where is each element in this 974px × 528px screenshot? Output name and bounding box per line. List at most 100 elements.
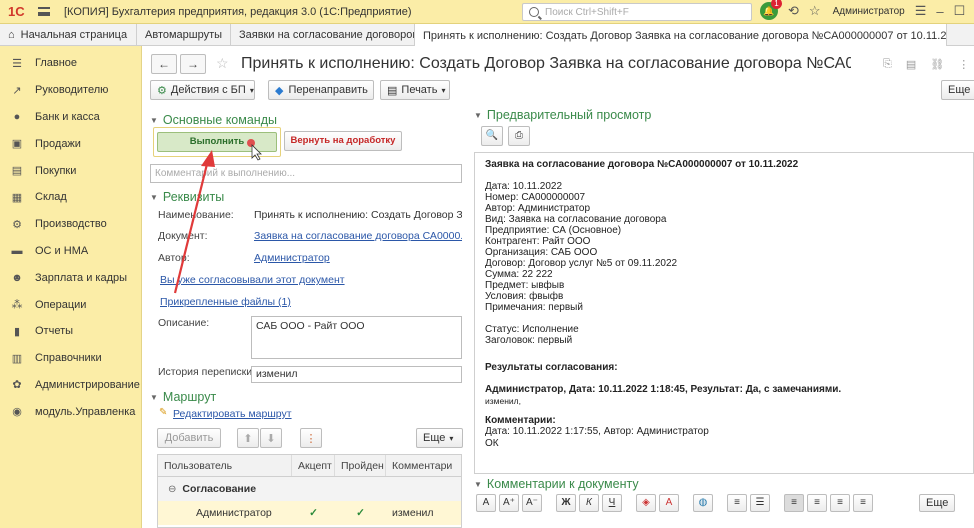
edit-route-icon: ✎ <box>159 407 168 418</box>
document-title: Принять к исполнению: Создать Договор За… <box>241 55 851 72</box>
already-approved-link[interactable]: Вы уже согласовывали этот документ <box>160 274 345 286</box>
font-shrink-button[interactable]: A⁻ <box>522 494 542 512</box>
print-icon[interactable]: ▤ <box>906 58 916 71</box>
attachment-icon[interactable]: ⎘ <box>883 58 892 71</box>
sidebar-item-bank[interactable]: ● Банк и касса <box>0 104 141 131</box>
sidebar-item-production[interactable]: ⚙ Производство <box>0 211 141 238</box>
sidebar-item-main[interactable]: ☰ Главное <box>0 50 141 77</box>
document-form: ← → ☆ Принять к исполнению: Создать Дого… <box>143 46 974 528</box>
sidebar-item-payroll[interactable]: ☻ Зарплата и кадры <box>0 264 141 291</box>
maximize-icon[interactable]: ☐ <box>954 3 966 19</box>
preview-line: Результаты согласования: <box>485 362 618 373</box>
forward-button[interactable]: → <box>180 54 206 74</box>
tab-autoroutes[interactable]: Автомаршруты <box>137 24 231 46</box>
link-icon[interactable]: ⛓ <box>930 58 944 71</box>
tab-home[interactable]: ⌂ Начальная страница <box>0 24 137 46</box>
document-link[interactable]: Заявка на согласование договора СА0000..… <box>254 230 462 242</box>
table-group-row[interactable]: ⊖ Согласование <box>158 477 461 501</box>
edit-route-link[interactable]: Редактировать маршрут <box>173 408 292 420</box>
execute-button[interactable]: Выполнить <box>157 132 277 152</box>
italic-button[interactable]: К <box>579 494 599 512</box>
description-field[interactable]: САБ ООО - Райт ООО <box>251 316 462 359</box>
more-label: Еще <box>926 497 949 509</box>
sidebar-item-reports[interactable]: ▮ Отчеты <box>0 318 141 345</box>
comments-header[interactable]: ▼ Комментарии к документу <box>474 477 639 491</box>
add-route-button[interactable]: Добавить <box>157 428 221 448</box>
back-button[interactable]: ← <box>151 54 177 74</box>
align-right-button[interactable]: ≡ <box>830 494 850 512</box>
more-button[interactable]: Еще <box>941 80 974 100</box>
column-comment[interactable]: Комментари <box>386 455 461 476</box>
main-menu-icon[interactable] <box>38 7 50 16</box>
sidebar-item-admin[interactable]: ✿ Администрирование <box>0 372 141 399</box>
sidebar-item-warehouse[interactable]: ▦ Склад <box>0 184 141 211</box>
sidebar-item-manager[interactable]: ↗ Руководителю <box>0 77 141 104</box>
preview-line: изменил, <box>485 396 521 406</box>
table-row[interactable]: Администратор ✓ ✓ изменил <box>158 501 461 525</box>
sidebar-item-purchases[interactable]: ▤ Покупки <box>0 157 141 184</box>
comments-more-button[interactable]: Еще <box>919 494 956 512</box>
route-header[interactable]: ▼ Маршрут <box>150 390 216 404</box>
insert-image-button[interactable]: ◍ <box>693 494 713 512</box>
minimize-icon[interactable]: – <box>936 4 943 19</box>
route-more-button[interactable]: Еще ▾ <box>416 428 463 448</box>
sidebar-item-sales[interactable]: ▣ Продажи <box>0 130 141 157</box>
background-color-button[interactable]: ◈ <box>636 494 656 512</box>
bullet-list-button[interactable]: ≡ <box>727 494 747 512</box>
arrow-down-icon: ⬇ <box>266 432 276 445</box>
notification-bell-icon[interactable]: 🔔 1 <box>760 0 782 20</box>
row-accept-check: ✓ <box>309 507 318 519</box>
current-user[interactable]: Администратор <box>833 6 905 17</box>
return-label: Вернуть на доработку <box>290 135 396 146</box>
more-options-icon[interactable]: ⋮ <box>958 58 969 71</box>
columns-button[interactable]: ⋮ <box>300 428 322 448</box>
sidebar-item-references[interactable]: ▥ Справочники <box>0 345 141 372</box>
numbered-list-button[interactable]: ☰ <box>750 494 770 512</box>
bp-actions-button[interactable]: ⚙ Действия с БП ▾ <box>150 80 255 100</box>
preview-line: Заявка на согласование договора №СА00000… <box>485 159 799 170</box>
sidebar-item-label: Отчеты <box>35 325 74 338</box>
description-value: САБ ООО - Райт ООО <box>256 320 365 332</box>
favorite-star-icon[interactable]: ☆ <box>216 55 229 72</box>
sidebar-item-assets[interactable]: ▬ ОС и НМА <box>0 238 141 265</box>
move-up-button[interactable]: ⬆ <box>237 428 259 448</box>
print-button[interactable]: ▤ Печать ▾ <box>380 80 450 100</box>
move-down-button[interactable]: ⬇ <box>260 428 282 448</box>
attached-files-link[interactable]: Прикрепленные файлы (1) <box>160 296 291 308</box>
sidebar-item-module[interactable]: ◉ модуль.Управленка <box>0 398 141 425</box>
column-user[interactable]: Пользователь <box>158 455 292 476</box>
execution-comment-input[interactable]: Комментарий к выполнению... <box>150 164 462 183</box>
preview-line: Номер: СА000000007 <box>485 192 586 203</box>
column-accept[interactable]: Акцепт <box>292 455 335 476</box>
sidebar-item-operations[interactable]: ⁂ Операции <box>0 291 141 318</box>
global-search-input[interactable]: Поиск Ctrl+Shift+F <box>522 3 752 21</box>
text-color-button[interactable]: A <box>659 494 679 512</box>
main-commands-header[interactable]: ▼ Основные команды <box>150 113 277 127</box>
font-size-button[interactable]: A <box>476 494 496 512</box>
align-left-button[interactable]: ≡ <box>784 494 804 512</box>
tab-contract-requests[interactable]: Заявки на согласование договоров <box>231 24 415 46</box>
requisites-header[interactable]: ▼ Реквизиты <box>150 190 224 204</box>
preview-header[interactable]: ▼ Предварительный просмотр <box>474 108 651 122</box>
preview-print-button[interactable]: ⎙ <box>508 126 530 146</box>
underline-button[interactable]: Ч <box>602 494 622 512</box>
redirect-button[interactable]: ◆ Перенаправить <box>268 80 374 100</box>
align-justify-button[interactable]: ≡ <box>853 494 873 512</box>
history-icon[interactable]: ⟲ <box>788 3 799 19</box>
align-center-button[interactable]: ≡ <box>807 494 827 512</box>
sidebar: ☰ Главное ↗ Руководителю ● Банк и касса ▣ Пр… <box>0 46 142 528</box>
favorites-star-icon[interactable]: ☆ <box>809 3 821 19</box>
author-link[interactable]: Администратор <box>254 252 330 264</box>
return-for-revision-button[interactable]: Вернуть на доработку <box>284 131 402 151</box>
settings-menu-icon[interactable]: ☰ <box>915 3 927 19</box>
bold-button[interactable]: Ж <box>556 494 576 512</box>
section-title: Маршрут <box>162 390 217 404</box>
tab-accept-execution[interactable]: Принять к исполнению: Создать Договор За… <box>415 24 947 47</box>
sidebar-item-label: Покупки <box>35 164 77 177</box>
bp-icon: ⚙ <box>157 84 167 97</box>
ops-icon: ⁂ <box>11 299 23 312</box>
preview-zoom-button[interactable]: 🔍 <box>481 126 503 146</box>
column-passed[interactable]: Пройден <box>335 455 386 476</box>
font-grow-button[interactable]: A⁺ <box>499 494 519 512</box>
history-field[interactable]: изменил <box>251 366 462 383</box>
